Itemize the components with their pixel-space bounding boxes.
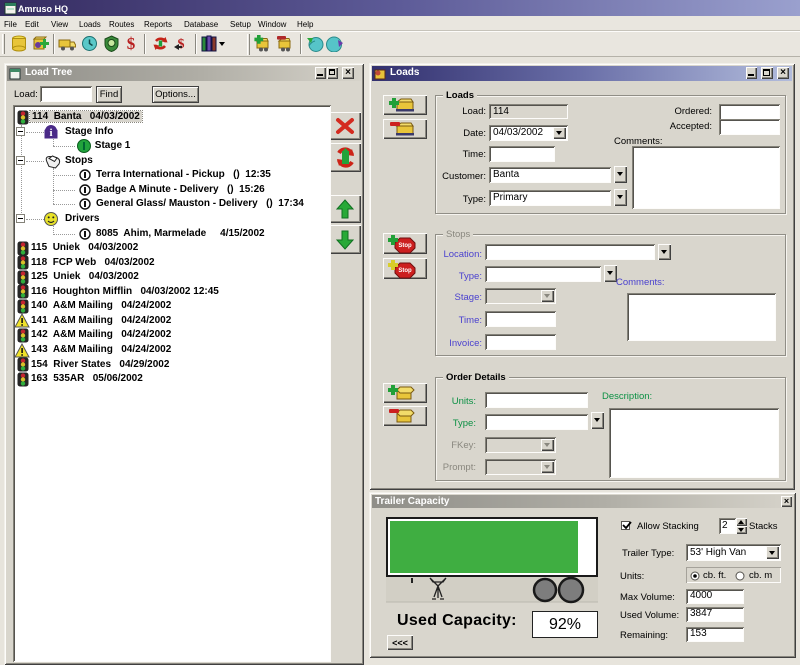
svg-text:Stop: Stop <box>398 243 412 249</box>
svg-text:i: i <box>49 127 52 139</box>
svg-text:$: $ <box>127 34 136 53</box>
svg-text:Stop: Stop <box>398 268 412 274</box>
